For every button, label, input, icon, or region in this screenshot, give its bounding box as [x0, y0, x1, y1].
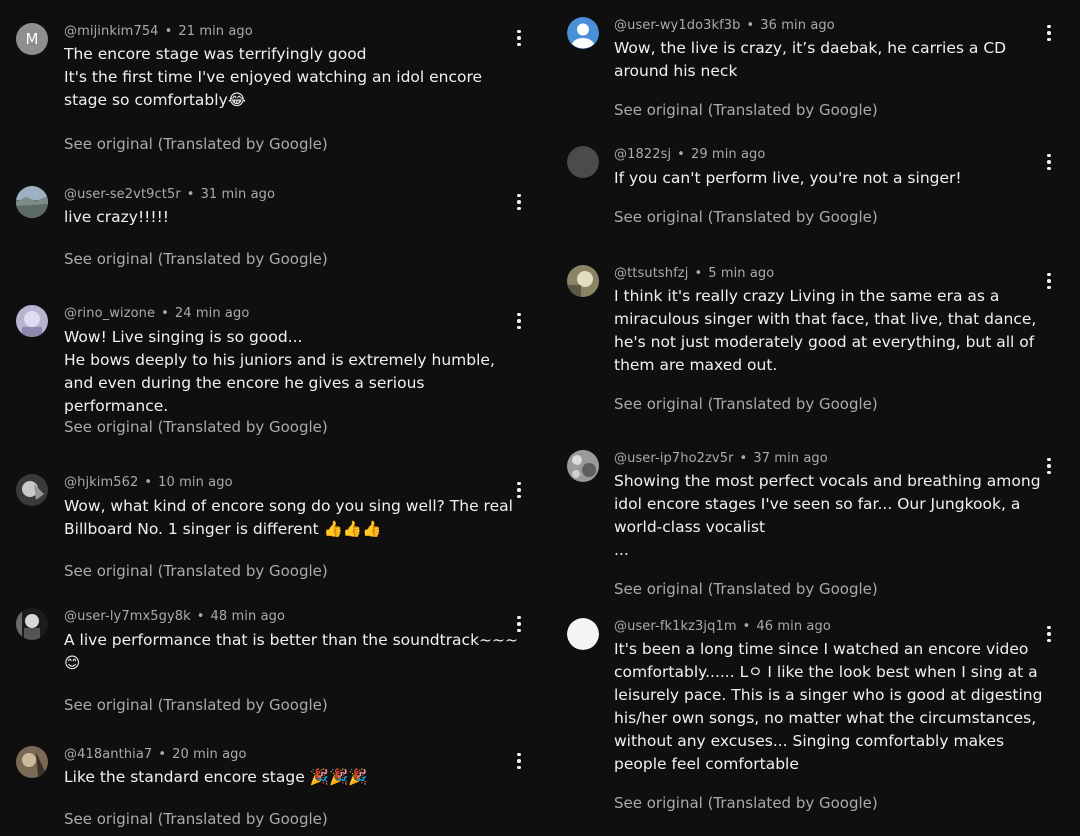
comment-author[interactable]: @user-ly7mx5gy8k [64, 609, 191, 624]
avatar[interactable] [567, 265, 599, 297]
separator-dot: • [739, 451, 748, 466]
see-original-link[interactable]: See original (Translated by Google) [64, 810, 328, 828]
separator-dot: • [746, 18, 755, 33]
avatar[interactable] [567, 146, 599, 178]
more-actions-icon[interactable] [1039, 456, 1059, 476]
comment-time[interactable]: 20 min ago [172, 747, 247, 762]
comment-text: If you can't perform live, you're not a … [614, 169, 962, 187]
separator-dot: • [158, 747, 167, 762]
comment-time[interactable]: 24 min ago [175, 306, 250, 321]
comment-author[interactable]: @418anthia7 [64, 747, 152, 762]
comment-time[interactable]: 10 min ago [158, 475, 233, 490]
avatar[interactable]: M [16, 23, 48, 55]
comment-meta: @user-wy1do3kf3b • 36 min ago [614, 18, 835, 33]
comment-meta: @user-ip7ho2zv5r • 37 min ago [614, 451, 828, 466]
avatar[interactable] [567, 17, 599, 49]
comment-author[interactable]: @mijinkim754 [64, 24, 159, 39]
comment-meta: @user-fk1kz3jq1m • 46 min ago [614, 619, 831, 634]
avatar[interactable] [16, 474, 48, 506]
avatar[interactable] [16, 608, 48, 640]
comment-time[interactable]: 37 min ago [753, 451, 828, 466]
separator-dot: • [742, 619, 751, 634]
comment-author[interactable]: @user-se2vt9ct5r [64, 187, 181, 202]
more-actions-icon[interactable] [509, 192, 529, 212]
comment-text: It's been a long time since I watched an… [614, 640, 1043, 773]
comment-meta: @rino_wizone • 24 min ago [64, 306, 249, 321]
separator-dot: • [144, 475, 153, 490]
more-actions-icon[interactable] [509, 28, 529, 48]
comment-text: Wow, the live is crazy, it’s daebak, he … [614, 39, 1007, 80]
more-actions-icon[interactable] [509, 480, 529, 500]
more-actions-icon[interactable] [1039, 152, 1059, 172]
see-original-link[interactable]: See original (Translated by Google) [64, 696, 328, 714]
comment-meta: @mijinkim754 • 21 min ago [64, 24, 253, 39]
comment-author[interactable]: @hjkim562 [64, 475, 138, 490]
avatar[interactable] [16, 186, 48, 218]
see-original-link[interactable]: See original (Translated by Google) [614, 101, 878, 119]
comment-text: live crazy!!!!! [64, 208, 170, 226]
comment-time[interactable]: 31 min ago [201, 187, 276, 202]
comment-text: A live performance that is better than t… [64, 631, 519, 672]
separator-dot: • [677, 147, 685, 162]
avatar[interactable] [16, 305, 48, 337]
see-original-link[interactable]: See original (Translated by Google) [614, 580, 878, 598]
comment-time[interactable]: 5 min ago [708, 266, 774, 281]
comment-meta: @1822sj • 29 min ago [614, 147, 765, 162]
comment-meta: @418anthia7 • 20 min ago [64, 747, 247, 762]
separator-dot: • [196, 609, 205, 624]
separator-dot: • [186, 187, 195, 202]
comment-meta: @ttsutshfzj • 5 min ago [614, 266, 774, 281]
see-original-link[interactable]: See original (Translated by Google) [614, 395, 878, 413]
comment-text: The encore stage was terrifyingly good I… [64, 45, 483, 109]
comment-time[interactable]: 21 min ago [178, 24, 253, 39]
comment-meta: @user-ly7mx5gy8k • 48 min ago [64, 609, 285, 624]
more-actions-icon[interactable] [1039, 624, 1059, 644]
comment-time[interactable]: 36 min ago [760, 18, 835, 33]
comment-author[interactable]: @user-ip7ho2zv5r [614, 451, 734, 466]
comment-meta: @user-se2vt9ct5r • 31 min ago [64, 187, 275, 202]
comment-author[interactable]: @user-wy1do3kf3b [614, 18, 741, 33]
comment-author[interactable]: @1822sj [614, 147, 671, 162]
see-original-link[interactable]: See original (Translated by Google) [614, 794, 878, 812]
see-original-link[interactable]: See original (Translated by Google) [64, 250, 328, 268]
see-original-link[interactable]: See original (Translated by Google) [64, 135, 328, 153]
more-actions-icon[interactable] [1039, 271, 1059, 291]
see-original-link[interactable]: See original (Translated by Google) [64, 418, 328, 436]
see-original-link[interactable]: See original (Translated by Google) [614, 208, 878, 226]
comment-author[interactable]: @user-fk1kz3jq1m [614, 619, 737, 634]
more-actions-icon[interactable] [1039, 23, 1059, 43]
comment-author[interactable]: @rino_wizone [64, 306, 155, 321]
separator-dot: • [161, 306, 169, 321]
separator-dot: • [694, 266, 703, 281]
separator-dot: • [164, 24, 173, 39]
comment-text: Wow, what kind of encore song do you sin… [64, 497, 513, 538]
comment-text: I think it's really crazy Living in the … [614, 287, 1037, 374]
comment-time[interactable]: 46 min ago [756, 619, 831, 634]
see-original-link[interactable]: See original (Translated by Google) [64, 562, 328, 580]
more-actions-icon[interactable] [509, 614, 529, 634]
comment-text: Wow! Live singing is so good... He bows … [64, 328, 495, 415]
comment-time[interactable]: 48 min ago [211, 609, 286, 624]
avatar[interactable] [16, 746, 48, 778]
avatar[interactable] [567, 450, 599, 482]
avatar[interactable] [567, 618, 599, 650]
comment-author[interactable]: @ttsutshfzj [614, 266, 688, 281]
comment-text: Like the standard encore stage 🎉🎉🎉 [64, 768, 368, 786]
comment-meta: @hjkim562 • 10 min ago [64, 475, 233, 490]
comment-text: Showing the most perfect vocals and brea… [614, 472, 1041, 559]
more-actions-icon[interactable] [509, 751, 529, 771]
default-user-icon [567, 17, 599, 49]
comment-time[interactable]: 29 min ago [691, 147, 766, 162]
more-actions-icon[interactable] [509, 311, 529, 331]
